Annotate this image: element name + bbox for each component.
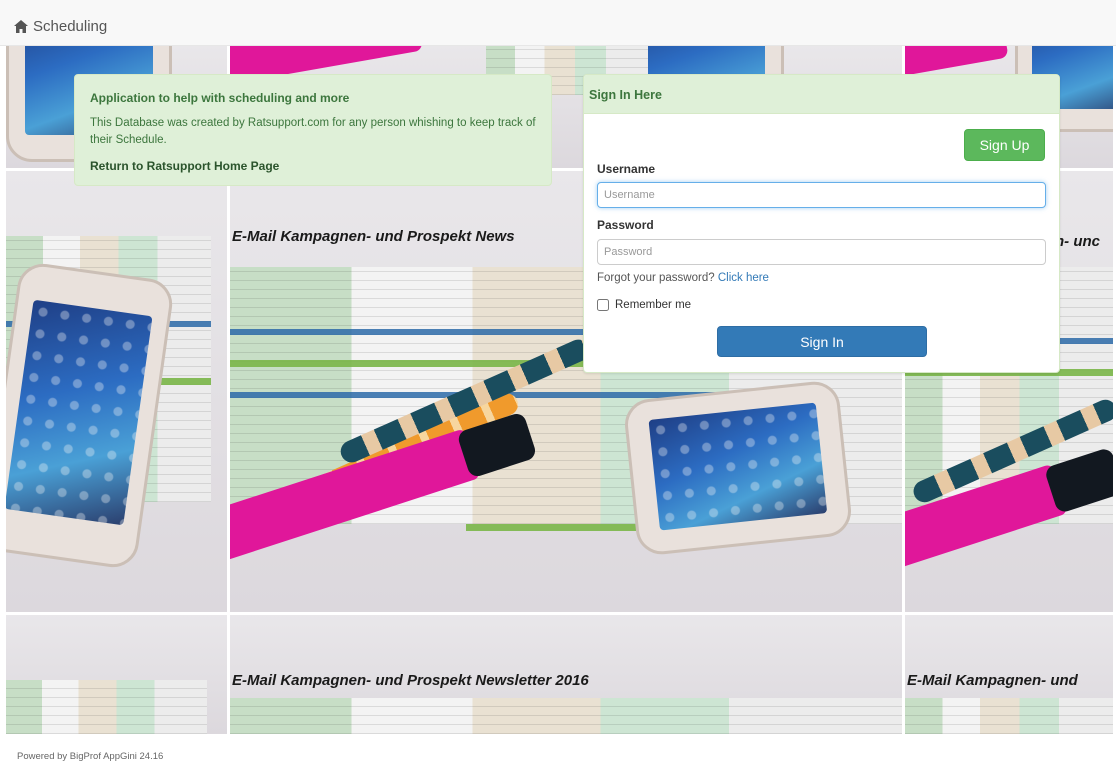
info-title: Application to help with scheduling and …	[90, 91, 350, 105]
remember-me-row[interactable]: Remember me	[597, 299, 691, 311]
username-input[interactable]	[597, 182, 1046, 208]
forgot-password-link[interactable]: Click here	[718, 272, 769, 284]
bg-tile: E-Mail Kampagnen- und Prospekt Newslette…	[230, 614, 904, 734]
brand-link[interactable]: Scheduling	[14, 18, 107, 35]
sign-in-heading: Sign In Here	[584, 75, 1059, 114]
remember-me-checkbox[interactable]	[597, 299, 609, 311]
home-icon	[14, 20, 28, 33]
sign-in-button[interactable]: Sign In	[717, 326, 927, 357]
footer-text: Powered by BigProf AppGini 24.16	[17, 751, 164, 762]
forgot-password-text: Forgot your password?	[597, 272, 715, 284]
return-home-link[interactable]: Return to Ratsupport Home Page	[90, 159, 279, 173]
remember-me-label: Remember me	[615, 299, 692, 311]
sign-in-panel: Sign In Here Sign Up Username Password F…	[583, 74, 1060, 373]
footer: Powered by BigProf AppGini 24.16	[0, 734, 1116, 772]
sign-up-button[interactable]: Sign Up	[964, 129, 1045, 161]
username-label: Username	[597, 162, 656, 176]
bg-headline: n- unc	[1055, 233, 1100, 250]
forgot-password-row: Forgot your password? Click here	[597, 272, 769, 284]
brand-label: Scheduling	[33, 18, 108, 35]
bg-tile	[6, 170, 229, 613]
top-navbar: Scheduling	[0, 0, 1116, 46]
info-panel: Application to help with scheduling and …	[74, 74, 552, 186]
info-description: This Database was created by Ratsupport.…	[90, 117, 536, 146]
bg-tile: E-Mail Kampagnen- und	[905, 614, 1113, 734]
bg-headline: E-Mail Kampagnen- und	[907, 672, 1078, 689]
password-label: Password	[597, 218, 654, 232]
password-input[interactable]	[597, 239, 1046, 265]
bg-headline: E-Mail Kampagnen- und Prospekt Newslette…	[232, 672, 589, 689]
bg-tile	[6, 614, 229, 734]
bg-headline: E-Mail Kampagnen- und Prospekt News	[232, 228, 515, 245]
